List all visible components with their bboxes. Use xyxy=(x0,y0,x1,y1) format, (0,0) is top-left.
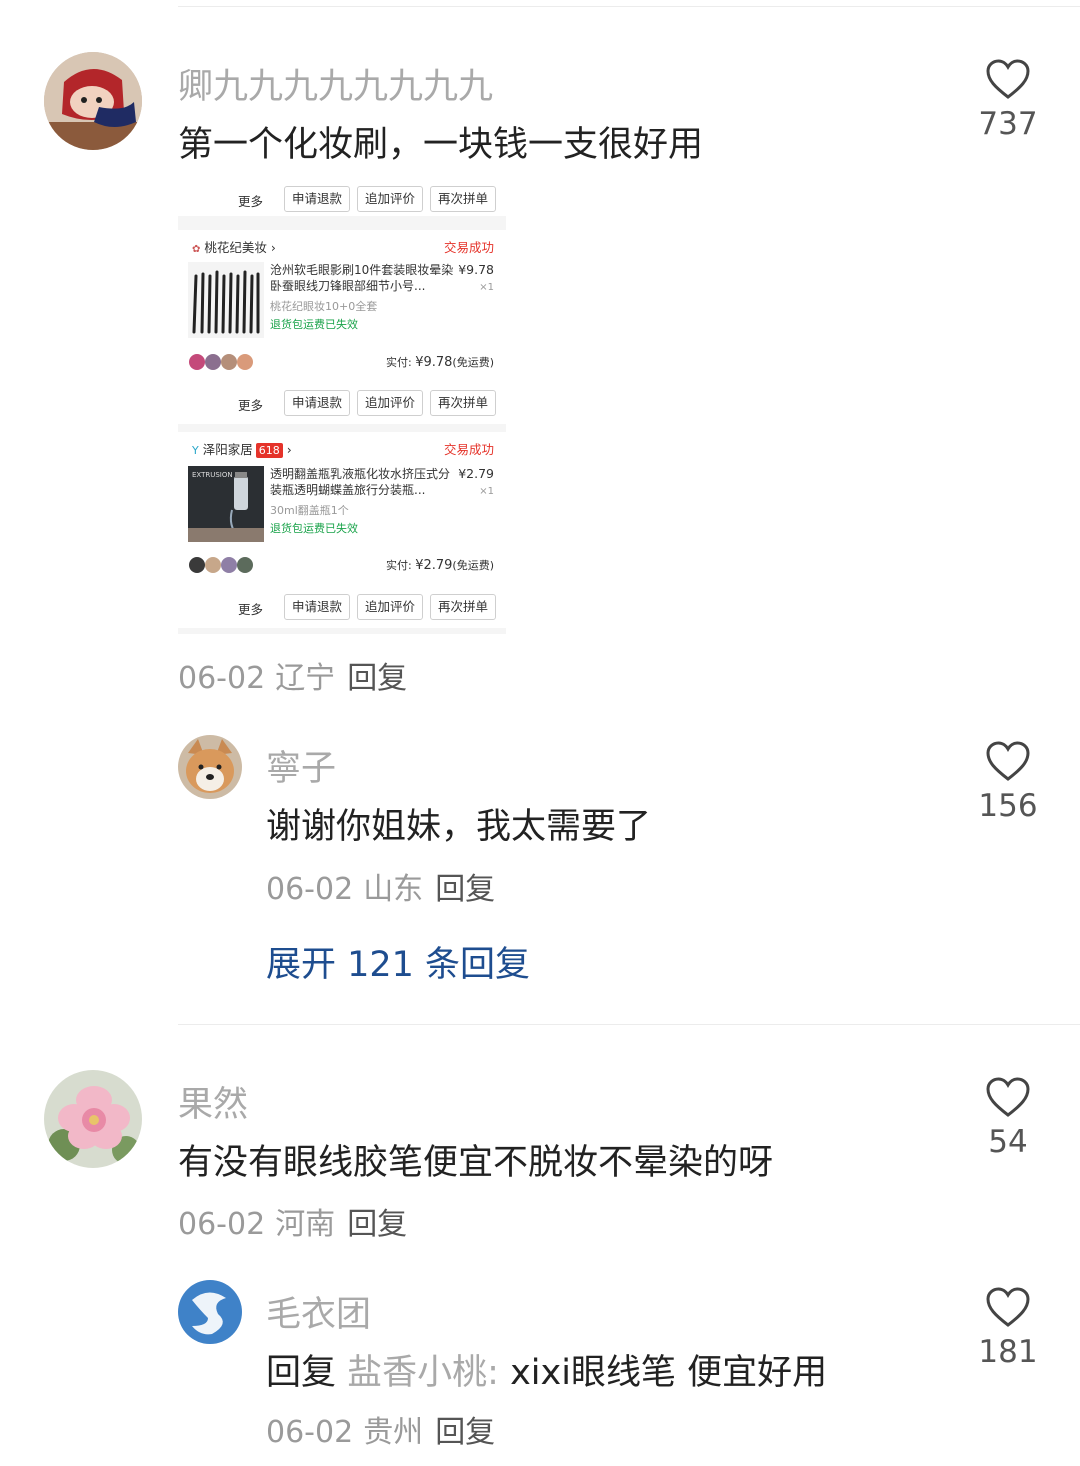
comment-location: 辽宁 xyxy=(275,661,336,696)
reply-date: 06-02 xyxy=(266,872,354,907)
avatar[interactable] xyxy=(44,52,142,150)
heart-outline-icon xyxy=(986,741,1030,781)
reply-prefix: 回复 xyxy=(266,1353,337,1393)
more-button: 更多 xyxy=(238,194,264,209)
like-button[interactable]: 181 xyxy=(953,1286,1063,1370)
review-button: 追加评价 xyxy=(357,390,423,416)
reply-text: 回复 盐香小桃: xixi眼线笔 便宜好用 xyxy=(266,1344,827,1395)
product-title: 沧州软毛眼影刷10件套装眼妆晕染卧蚕眼线刀锋眼部细节小号... xyxy=(270,263,454,293)
more-button: 更多 xyxy=(238,602,264,617)
reply-username[interactable]: 毛衣团 xyxy=(266,1286,371,1337)
product-spec: 桃花纪眼妆10+0全套 xyxy=(270,300,378,313)
reply-meta: 06-02 山东 回复 xyxy=(266,864,495,908)
order-screenshot-image[interactable]: 更多 申请退款 追加评价 再次拼单 ✿ 桃花纪美妆 › 交易成功 沧州软毛眼影刷… xyxy=(178,186,506,634)
reply-location: 山东 xyxy=(363,872,424,907)
order-card: ✿ 桃花纪美妆 › 交易成功 沧州软毛眼影刷10件套装眼妆晕染卧蚕眼线刀锋眼部细… xyxy=(178,230,506,424)
return-shipping-note: 退货包运费已失效 xyxy=(270,522,358,535)
like-count: 737 xyxy=(978,106,1038,142)
avatar-dog-icon xyxy=(178,735,242,799)
store-name: Y 泽阳家居 618 › xyxy=(192,442,292,458)
product-thumbnail xyxy=(188,262,264,338)
comment-text: 第一个化妆刷，一块钱一支很好用 xyxy=(178,125,704,165)
comment-date: 06-02 xyxy=(178,661,266,696)
review-button: 追加评价 xyxy=(357,594,423,620)
reorder-button: 再次拼单 xyxy=(430,594,496,620)
comment-username[interactable]: 果然 xyxy=(178,1076,248,1127)
product-price: ¥9.78 xyxy=(458,262,494,277)
order-card: Y 泽阳家居 618 › 交易成功 EXTRUSION 透明翻盖瓶乳液瓶化妆水挤压… xyxy=(178,432,506,628)
avatar[interactable] xyxy=(178,1280,242,1344)
reply-meta: 06-02 贵州 回复 xyxy=(266,1407,495,1451)
avatar[interactable] xyxy=(178,735,242,799)
reply-button[interactable]: 回复 xyxy=(435,1415,495,1450)
reply-button[interactable]: 回复 xyxy=(347,661,407,696)
like-button[interactable]: 54 xyxy=(953,1076,1063,1160)
comment-username[interactable]: 卿九九九九九九九九 xyxy=(178,58,493,109)
reply-username[interactable]: 寧子 xyxy=(266,740,336,791)
group-avatars xyxy=(188,556,258,574)
like-count: 156 xyxy=(978,788,1038,824)
top-divider xyxy=(178,6,1080,7)
heart-outline-icon xyxy=(986,1287,1030,1327)
like-count: 54 xyxy=(988,1124,1028,1160)
expand-replies-link[interactable]: 展开 121 条回复 xyxy=(266,936,530,987)
order-button-row: 更多 申请退款 追加评价 再次拼单 xyxy=(178,186,506,216)
order-status: 交易成功 xyxy=(443,240,494,255)
paid-amount: 实付: ¥9.78(免运费) xyxy=(385,355,494,370)
heart-outline-icon xyxy=(986,59,1030,99)
comment-location: 河南 xyxy=(275,1207,336,1242)
comment-text: 有没有眼线胶笔便宜不脱妆不晕染的呀 xyxy=(178,1143,774,1183)
reorder-button: 再次拼单 xyxy=(430,390,496,416)
reply-button[interactable]: 回复 xyxy=(347,1207,407,1242)
avatar-flower-icon xyxy=(44,1070,142,1168)
paid-amount: 实付: ¥2.79(免运费) xyxy=(385,558,494,573)
reorder-button: 再次拼单 xyxy=(430,186,496,212)
refund-button: 申请退款 xyxy=(284,390,350,416)
reply-date: 06-02 xyxy=(266,1415,354,1450)
avatar-sky-icon xyxy=(178,1280,242,1344)
reply-button[interactable]: 回复 xyxy=(435,872,495,907)
order-status: 交易成功 xyxy=(443,442,494,457)
comment-meta: 06-02 河南 回复 xyxy=(178,1199,407,1243)
avatar[interactable] xyxy=(44,1070,142,1168)
product-quantity: ×1 xyxy=(479,282,494,293)
reply-to-username[interactable]: 盐香小桃: xyxy=(347,1353,499,1393)
order-button-row: 更多 申请退款 追加评价 再次拼单 xyxy=(178,388,506,418)
avatar-cartoon-icon xyxy=(44,52,142,150)
order-button-row: 更多 申请退款 追加评价 再次拼单 xyxy=(178,592,506,622)
group-avatars xyxy=(188,353,258,371)
refund-button: 申请退款 xyxy=(284,186,350,212)
comment-meta: 06-02 辽宁 回复 xyxy=(178,653,407,697)
like-button[interactable]: 737 xyxy=(953,58,1063,142)
heart-outline-icon xyxy=(986,1077,1030,1117)
reply-body: xixi眼线笔 便宜好用 xyxy=(498,1353,828,1393)
return-shipping-note: 退货包运费已失效 xyxy=(270,318,358,331)
more-button: 更多 xyxy=(238,398,264,413)
svg-text:EXTRUSION: EXTRUSION xyxy=(192,471,233,479)
product-quantity: ×1 xyxy=(479,486,494,497)
comment-divider xyxy=(178,1024,1080,1025)
like-button[interactable]: 156 xyxy=(953,740,1063,824)
product-price: ¥2.79 xyxy=(458,466,494,481)
refund-button: 申请退款 xyxy=(284,594,350,620)
like-count: 181 xyxy=(978,1334,1038,1370)
review-button: 追加评价 xyxy=(357,186,423,212)
store-name: ✿ 桃花纪美妆 › xyxy=(192,240,276,255)
reply-location: 贵州 xyxy=(363,1415,424,1450)
comment-date: 06-02 xyxy=(178,1207,266,1242)
product-thumbnail: EXTRUSION xyxy=(188,466,264,542)
product-spec: 30ml翻盖瓶1个 xyxy=(270,504,349,517)
reply-text: 谢谢你姐妹，我太需要了 xyxy=(266,807,652,847)
product-title: 透明翻盖瓶乳液瓶化妆水挤压式分装瓶透明蝴蝶盖旅行分装瓶... xyxy=(270,467,451,497)
